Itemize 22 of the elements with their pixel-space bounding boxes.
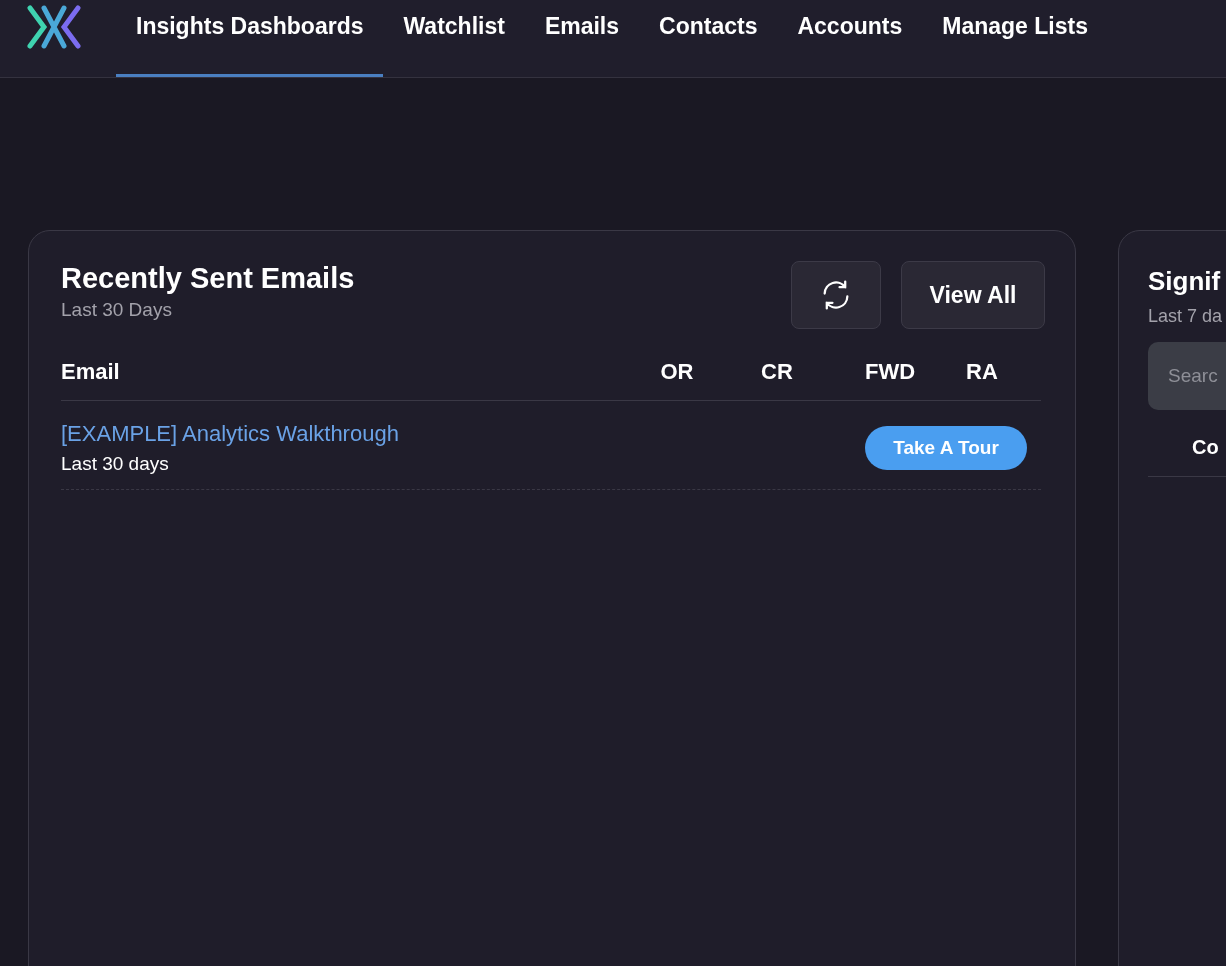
- column-header: RA: [965, 358, 999, 386]
- column-header: OR: [659, 358, 695, 386]
- nav-tab[interactable]: Emails: [524, 0, 640, 77]
- refresh-button[interactable]: [791, 261, 881, 329]
- email-link[interactable]: [EXAMPLE] Analytics Walkthrough: [61, 417, 399, 450]
- nav-tab[interactable]: Contacts: [639, 0, 778, 77]
- search-field[interactable]: Searc: [1148, 341, 1226, 410]
- column-header: Co: [1192, 435, 1219, 458]
- card-title: Signif: [1148, 265, 1221, 298]
- card-title: Recently Sent Emails: [61, 261, 355, 296]
- email-period: Last 30 days: [61, 452, 170, 476]
- nav-tab[interactable]: Insights Dashboards: [116, 0, 384, 77]
- nav-tab[interactable]: Watchlist: [383, 0, 525, 77]
- nav-tab[interactable]: Accounts: [777, 0, 923, 77]
- nav-tab[interactable]: Manage Lists: [922, 0, 1108, 77]
- logo-icon[interactable]: [27, 5, 81, 49]
- view-all-button[interactable]: View All: [901, 261, 1045, 329]
- column-header: FWD: [863, 358, 917, 386]
- card-subtitle: Last 30 Days: [61, 297, 173, 322]
- card-subtitle: Last 7 da: [1148, 304, 1224, 328]
- column-header: CR: [760, 358, 794, 386]
- column-header: Email: [61, 358, 121, 386]
